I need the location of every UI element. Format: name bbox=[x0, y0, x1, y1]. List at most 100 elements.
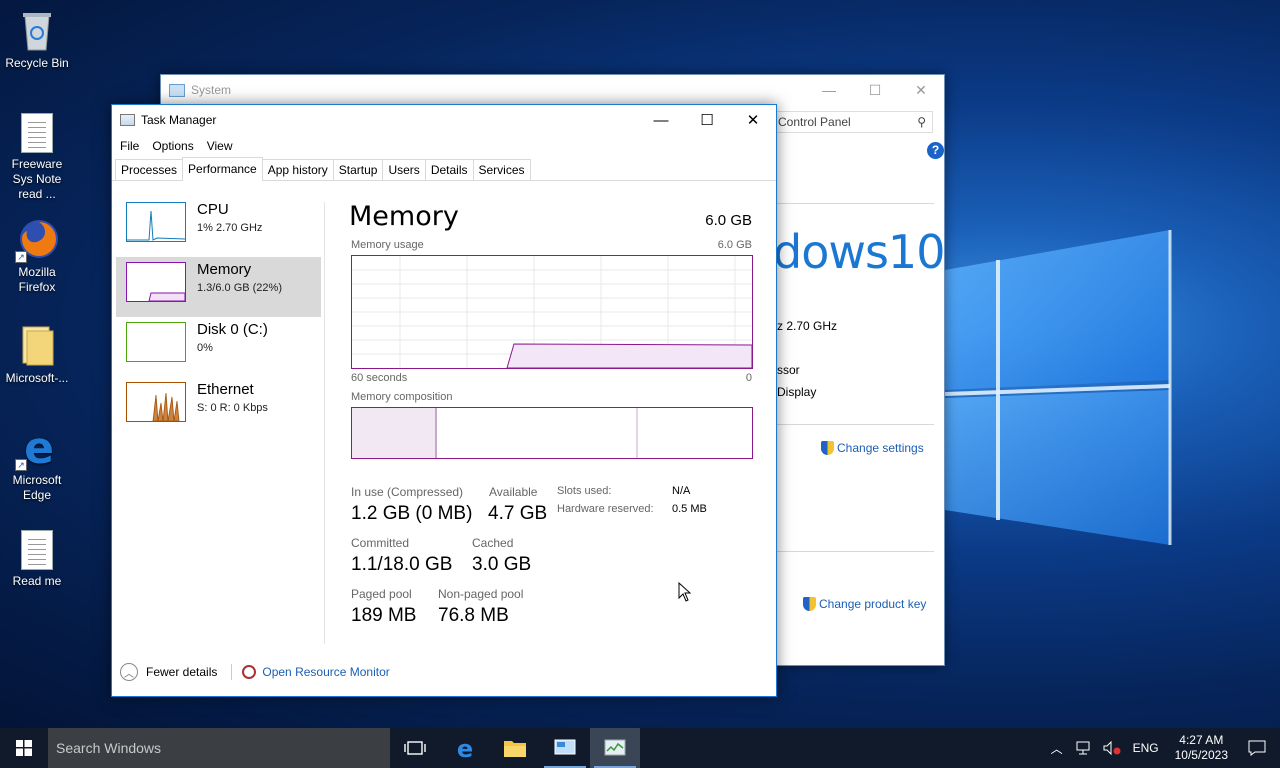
cached-value: 3.0 GB bbox=[472, 554, 532, 575]
desktop-icon-label: Recycle Bin bbox=[5, 56, 69, 70]
resource-name: Disk 0 (C:) bbox=[197, 321, 268, 338]
taskbar-search-input[interactable]: Search Windows bbox=[48, 728, 390, 768]
task-view-icon bbox=[404, 741, 426, 755]
firefox-icon: ↗ bbox=[15, 217, 58, 263]
tab-users[interactable]: Users bbox=[382, 159, 426, 180]
task-manager-title: Task Manager bbox=[141, 113, 217, 127]
input-language[interactable]: ENG bbox=[1133, 741, 1159, 755]
desktop-icon-microsoft-folder[interactable]: Microsoft-... bbox=[0, 323, 74, 386]
fewer-details-button[interactable]: Fewer details bbox=[146, 665, 217, 679]
tab-processes[interactable]: Processes bbox=[115, 159, 184, 180]
resource-monitor-icon bbox=[242, 665, 257, 679]
memory-usage-max: 6.0 GB bbox=[717, 239, 752, 251]
shortcut-arrow-icon: ↗ bbox=[15, 459, 27, 471]
edge-icon: e ↗ bbox=[15, 423, 57, 474]
desktop-icon-edge[interactable]: e ↗ Microsoft Edge bbox=[0, 423, 74, 503]
desktop-icon-label: Read me bbox=[12, 574, 62, 588]
memory-composition-bar bbox=[351, 407, 753, 459]
resource-cpu[interactable]: CPU 1% 2.70 GHz bbox=[116, 197, 321, 257]
system-window-icon bbox=[169, 83, 185, 97]
resource-memory[interactable]: Memory 1.3/6.0 GB (22%) bbox=[116, 257, 321, 317]
system-minimize-button[interactable]: — bbox=[806, 75, 852, 105]
mouse-cursor-icon bbox=[678, 582, 692, 602]
tab-app-history[interactable]: App history bbox=[261, 159, 334, 180]
graph-time-left: 60 seconds bbox=[351, 372, 408, 384]
slots-used-value: N/A bbox=[672, 485, 691, 497]
taskbar-edge-button[interactable]: e bbox=[440, 728, 490, 768]
paged-pool-label: Paged pool bbox=[351, 587, 412, 601]
change-settings-link[interactable]: Change settings bbox=[821, 441, 924, 455]
shortcut-arrow-icon: ↗ bbox=[15, 251, 27, 263]
windows-logo-wallpaper bbox=[944, 230, 1172, 545]
taskbar: Search Windows e ︿ ENG 4:27 AM 10/5/2023 bbox=[0, 728, 1280, 768]
close-button[interactable]: ✕ bbox=[730, 105, 776, 135]
maximize-button[interactable]: ☐ bbox=[684, 105, 730, 135]
desktop-icon-label: Microsoft-... bbox=[5, 371, 69, 385]
non-paged-pool-label: Non-paged pool bbox=[438, 587, 524, 601]
graph-time-right: 0 bbox=[745, 372, 752, 384]
divider bbox=[777, 424, 934, 425]
resource-list: CPU 1% 2.70 GHz Memory 1.3/6.0 GB (22%) … bbox=[116, 197, 321, 437]
volume-muted-icon[interactable] bbox=[1103, 741, 1121, 755]
change-product-key-link[interactable]: Change product key bbox=[803, 597, 926, 611]
chevron-up-icon[interactable]: ︿ bbox=[120, 663, 138, 681]
svg-text:e: e bbox=[24, 425, 54, 469]
task-view-button[interactable] bbox=[390, 728, 440, 768]
taskbar-task-manager-button[interactable] bbox=[590, 728, 640, 768]
tab-performance[interactable]: Performance bbox=[182, 157, 263, 181]
action-center-icon[interactable] bbox=[1248, 740, 1266, 756]
tab-services[interactable]: Services bbox=[472, 159, 531, 180]
task-manager-window[interactable]: Task Manager — ☐ ✕ File Options View Pro… bbox=[111, 104, 777, 697]
tab-startup[interactable]: Startup bbox=[332, 159, 384, 180]
resource-name: Ethernet bbox=[197, 381, 254, 398]
help-icon[interactable]: ? bbox=[927, 142, 944, 159]
menu-file[interactable]: File bbox=[120, 139, 139, 153]
desktop-icon-freeware-note[interactable]: Freeware Sys Note read ... bbox=[0, 113, 74, 202]
start-button[interactable] bbox=[0, 728, 48, 768]
resource-disk[interactable]: Disk 0 (C:) 0% bbox=[116, 317, 321, 377]
in-use-label: In use (Compressed) bbox=[351, 485, 464, 499]
svg-text:e: e bbox=[457, 736, 473, 760]
desktop-icon-read-me[interactable]: Read me bbox=[0, 530, 74, 589]
resource-value: 1% 2.70 GHz bbox=[197, 222, 263, 234]
cached-label: Cached bbox=[472, 536, 514, 550]
uac-shield-icon bbox=[803, 597, 816, 611]
taskbar-system-button[interactable] bbox=[540, 728, 590, 768]
desktop: Recycle Bin Freeware Sys Note read ... ↗… bbox=[0, 0, 1280, 728]
desktop-icon-firefox[interactable]: ↗ Mozilla Firefox bbox=[0, 217, 74, 295]
committed-label: Committed bbox=[351, 536, 410, 550]
tray-overflow-chevron-icon[interactable]: ︿ bbox=[1051, 740, 1063, 757]
system-window-title: System bbox=[191, 83, 232, 97]
taskbar-file-explorer-button[interactable] bbox=[490, 728, 540, 768]
menu-options[interactable]: Options bbox=[152, 139, 193, 153]
available-label: Available bbox=[489, 485, 538, 499]
cpu-thumbnail-graph bbox=[126, 202, 186, 242]
system-close-button[interactable]: ✕ bbox=[898, 75, 944, 105]
recycle-bin-icon bbox=[17, 8, 57, 52]
control-panel-search-input[interactable]: Control Panel ⚲ bbox=[773, 111, 933, 133]
available-value: 4.7 GB bbox=[488, 503, 548, 524]
tab-details[interactable]: Details bbox=[424, 159, 474, 180]
resource-ethernet[interactable]: Ethernet S: 0 R: 0 Kbps bbox=[116, 377, 321, 437]
menu-bar: File Options View bbox=[112, 135, 776, 157]
memory-usage-graph bbox=[351, 255, 753, 369]
resource-value: 0% bbox=[197, 342, 213, 354]
panel-divider bbox=[324, 202, 325, 644]
paged-pool-value: 189 MB bbox=[351, 605, 417, 626]
non-paged-pool-value: 76.8 MB bbox=[438, 605, 509, 626]
ethernet-thumbnail-graph bbox=[126, 382, 186, 422]
menu-view[interactable]: View bbox=[207, 139, 233, 153]
desktop-icon-label: Mozilla Firefox bbox=[18, 265, 56, 294]
network-icon[interactable] bbox=[1075, 741, 1091, 755]
pen-touch: Display bbox=[777, 385, 817, 399]
desktop-icon-label: Freeware Sys Note read ... bbox=[11, 157, 63, 201]
folder-icon bbox=[17, 323, 57, 367]
windows-start-icon bbox=[16, 740, 32, 756]
minimize-button[interactable]: — bbox=[638, 105, 684, 135]
clock[interactable]: 4:27 AM 10/5/2023 bbox=[1175, 733, 1228, 763]
slots-used-label: Slots used: bbox=[557, 485, 612, 497]
system-maximize-button[interactable]: ☐ bbox=[852, 75, 898, 105]
open-resource-monitor-link[interactable]: Open Resource Monitor bbox=[262, 665, 389, 679]
desktop-icon-recycle-bin[interactable]: Recycle Bin bbox=[0, 8, 74, 71]
resource-name: CPU bbox=[197, 201, 229, 218]
